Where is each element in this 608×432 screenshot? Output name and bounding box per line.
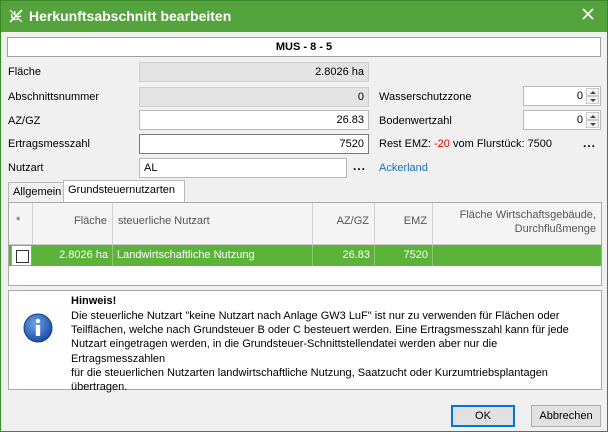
header-select[interactable]: * (9, 203, 33, 245)
spin-up-icon[interactable] (586, 112, 599, 120)
flurstueck-value: 7500 (527, 138, 553, 150)
header-flaeche[interactable]: Fläche (33, 203, 113, 245)
wasserschutzzone-value: 0 (576, 90, 583, 102)
ertragsmesszahl-field[interactable]: 7520 (139, 134, 369, 154)
nutzart-link[interactable]: Ackerland (379, 162, 428, 174)
wasserschutzzone-label: Wasserschutzzone (379, 91, 472, 103)
row-azgz[interactable]: 26.83 (313, 245, 375, 266)
abschnittsnummer-field: 0 (139, 87, 369, 107)
window-title: Herkunftsabschnitt bearbeiten (29, 8, 232, 24)
row-flaeche[interactable]: 2.8026 ha (33, 245, 113, 266)
ertragsmesszahl-label: Ertragsmesszahl (8, 138, 90, 150)
hint-line: für die steuerlichen Nutzarten landwirts… (71, 366, 548, 379)
nutzart-label: Nutzart (8, 162, 44, 174)
row-select-checkbox[interactable] (11, 245, 32, 266)
rest-emz-label: Rest EMZ: (379, 138, 431, 150)
flaeche-label: Fläche (8, 66, 42, 78)
header-wirtschaft-line1: Fläche Wirtschaftsgebäude, (459, 209, 596, 221)
header-nutzart[interactable]: steuerliche Nutzart (113, 203, 313, 245)
flurstueck-label: vom Flurstück: (452, 138, 525, 150)
dialog-window: Herkunftsabschnitt bearbeiten MUS - 8 - … (0, 0, 608, 432)
header-wirtschaft-line2: Durchflußmenge (514, 223, 596, 235)
grid-header: * Fläche steuerliche Nutzart AZ/GZ EMZ F… (9, 203, 601, 245)
tab-grundsteuernutzarten[interactable]: Grundsteuernutzarten (63, 180, 185, 202)
hint-line: Die steuerliche Nutzart "keine Nutzart n… (71, 310, 560, 322)
hint-panel: Hinweis! Die steuerliche Nutzart "keine … (8, 290, 602, 393)
row-emz[interactable]: 7520 (375, 245, 433, 266)
rest-emz-line: Rest EMZ: -20 vom Flurstück: 7500 (379, 138, 552, 150)
record-heading: MUS - 8 - 5 (7, 37, 601, 57)
cancel-button[interactable]: Abbrechen (531, 405, 601, 427)
bodenwertzahl-spinner[interactable]: 0 (523, 110, 601, 130)
azgz-field[interactable]: 26.83 (139, 110, 369, 130)
flaeche-field: 2.8026 ha (139, 62, 369, 82)
bodenwertzahl-label: Bodenwertzahl (379, 115, 452, 127)
spin-up-icon[interactable] (586, 88, 599, 96)
table-row[interactable]: 2.8026 ha Landwirtschaftliche Nutzung 26… (9, 245, 601, 266)
hint-text: Die steuerliche Nutzart "keine Nutzart n… (71, 309, 591, 394)
row-nutzart[interactable]: Landwirtschaftliche Nutzung (113, 245, 313, 266)
hint-line: Nutzart eingetragen werden, in die Grund… (71, 338, 498, 365)
ok-button[interactable]: OK (451, 405, 515, 427)
info-icon (23, 313, 53, 343)
nutzart-browse-button[interactable]: ... (353, 159, 366, 173)
wasserschutzzone-spinner[interactable]: 0 (523, 86, 601, 106)
header-azgz[interactable]: AZ/GZ (313, 203, 375, 245)
rest-emz-value: -20 (434, 138, 450, 150)
bodenwertzahl-value: 0 (576, 114, 583, 126)
wheat-icon (9, 9, 23, 23)
hint-line: Teilflächen, welche nach Grundsteuer B o… (71, 324, 569, 337)
nutzart-field[interactable]: AL (139, 158, 347, 178)
hint-title: Hinweis! (71, 295, 117, 307)
nutzarten-grid: * Fläche steuerliche Nutzart AZ/GZ EMZ F… (8, 202, 602, 286)
title-bar[interactable]: Herkunftsabschnitt bearbeiten (1, 1, 607, 32)
tab-allgemein[interactable]: Allgemein (8, 182, 64, 202)
header-emz[interactable]: EMZ (375, 203, 433, 245)
spin-down-icon[interactable] (586, 96, 599, 104)
hint-line: übertragen. (71, 381, 128, 394)
spin-down-icon[interactable] (586, 120, 599, 128)
rest-emz-browse-button[interactable]: ... (583, 136, 596, 150)
azgz-label: AZ/GZ (8, 115, 41, 127)
abschnittsnummer-label: Abschnittsnummer (8, 91, 100, 103)
close-icon[interactable] (581, 7, 595, 21)
row-wirtschaft[interactable] (433, 245, 601, 266)
header-wirtschaft[interactable]: Fläche Wirtschaftsgebäude, Durchflußmeng… (433, 203, 601, 245)
